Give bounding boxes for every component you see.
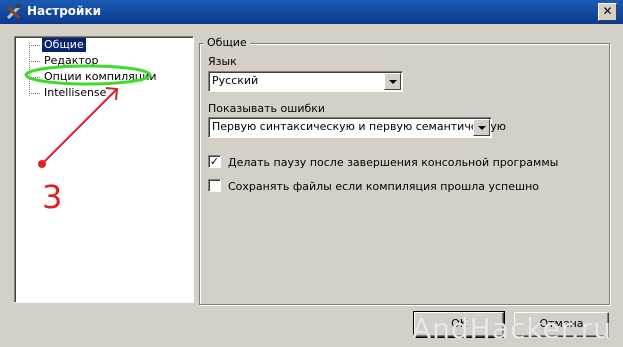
errors-value: Первую синтаксическую и первую семантиче…	[212, 120, 507, 133]
language-value: Русский	[212, 74, 259, 87]
tools-icon	[6, 4, 21, 20]
errors-select[interactable]: Первую синтаксическую и первую семантиче…	[208, 117, 506, 138]
save-label[interactable]: Сохранять файлы если компиляция прошла у…	[228, 180, 539, 193]
tree-item-label: Опции компиляции	[44, 70, 157, 83]
tree-item-label: Общие	[42, 38, 86, 52]
tree-item-label: Редактор	[44, 54, 99, 67]
group-title: Общие	[204, 36, 250, 49]
language-select[interactable]: Русский	[208, 71, 403, 92]
language-label: Язык	[208, 55, 237, 68]
title-bar: Настройки ✕	[0, 0, 623, 24]
pause-label[interactable]: Делать паузу после завершения консольной…	[228, 156, 558, 169]
errors-label: Показывать ошибки	[208, 102, 326, 115]
pause-checkbox[interactable]: ✓	[208, 155, 221, 168]
chevron-down-icon[interactable]	[473, 119, 490, 136]
tree-item-compile-options[interactable]: Опции компиляции	[15, 70, 191, 84]
ok-button[interactable]: OK	[413, 311, 505, 338]
tree-item-general[interactable]: Общие	[15, 38, 191, 52]
settings-tree[interactable]: Общие Редактор Опции компиляции Intellis…	[14, 36, 194, 303]
close-icon: ✕	[602, 4, 613, 18]
close-button[interactable]: ✕	[598, 3, 617, 21]
chevron-down-icon[interactable]	[384, 73, 401, 90]
tree-item-editor[interactable]: Редактор	[15, 54, 191, 68]
cancel-button[interactable]: Отмена	[514, 312, 609, 337]
checkmark-icon: ✓	[209, 155, 220, 168]
save-checkbox[interactable]	[208, 179, 221, 192]
tree-item-intellisense[interactable]: Intellisense	[15, 86, 191, 100]
tree-item-label: Intellisense	[44, 86, 107, 99]
window-title: Настройки	[27, 4, 102, 18]
